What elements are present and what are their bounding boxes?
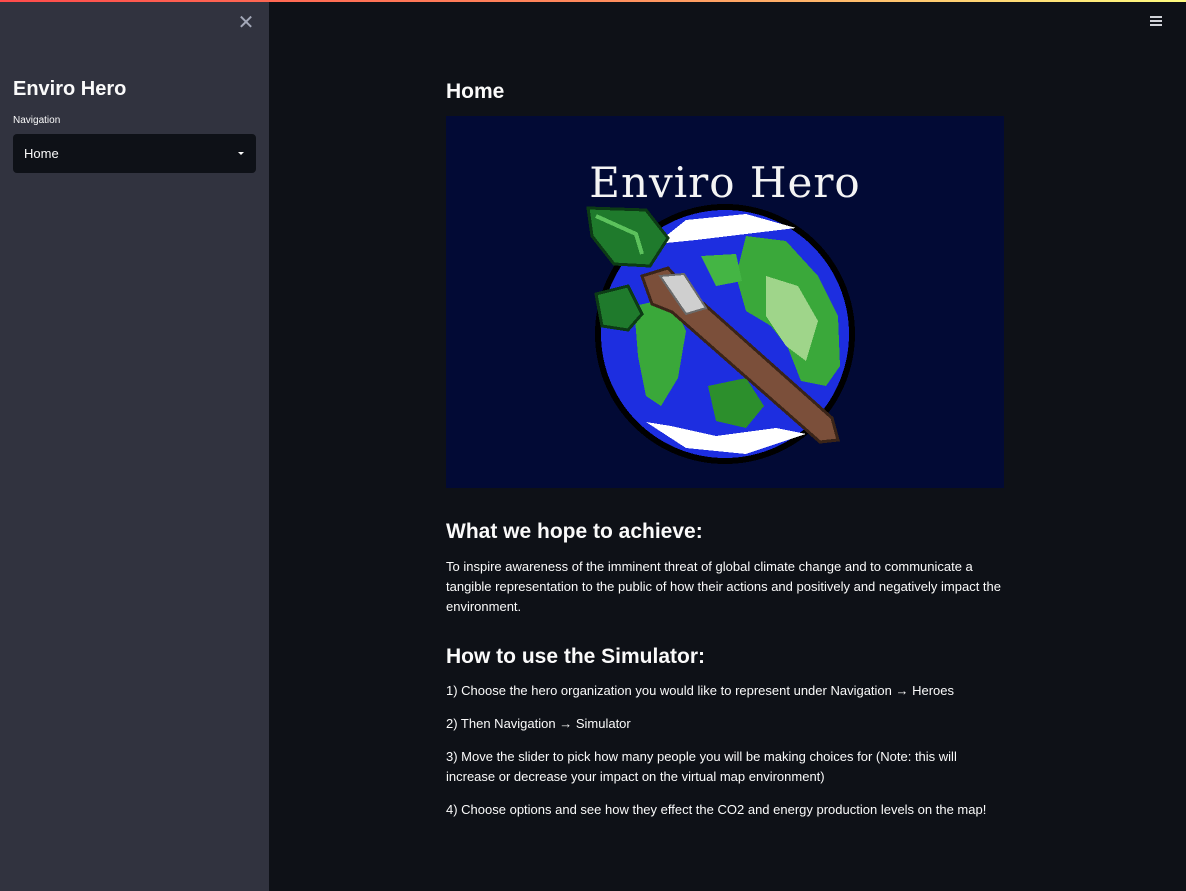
section-heading-how-to: How to use the Simulator: xyxy=(446,645,706,668)
page-title: Home xyxy=(446,80,505,103)
sidebar: ✕ Enviro Hero Navigation Home xyxy=(0,0,269,891)
hamburger-line xyxy=(1150,20,1162,22)
navigation-select[interactable]: Home xyxy=(13,134,256,173)
step-2: 2) Then Navigation → Simulator xyxy=(446,716,631,731)
goals-text: To inspire awareness of the imminent thr… xyxy=(446,559,1002,614)
globe-wrench-illustration xyxy=(586,204,855,464)
chevron-down-icon xyxy=(238,152,244,155)
top-decoration-bar xyxy=(0,0,1186,2)
navigation-selected-value: Home xyxy=(24,146,59,161)
section-heading-goals: What we hope to achieve: xyxy=(446,520,703,543)
close-sidebar-button[interactable]: ✕ xyxy=(236,13,256,33)
step-1: 1) Choose the hero organization you woul… xyxy=(446,683,955,698)
hamburger-line xyxy=(1150,24,1162,26)
enviro-hero-banner-image: Enviro Hero xyxy=(446,116,1004,488)
step-3: 3) Move the slider to pick how many peop… xyxy=(446,749,957,784)
step-4: 4) Choose options and see how they effec… xyxy=(446,802,987,817)
close-icon: ✕ xyxy=(237,12,255,34)
sidebar-title: Enviro Hero xyxy=(13,78,127,100)
navigation-label: Navigation xyxy=(13,115,61,126)
hamburger-menu-button[interactable] xyxy=(1146,14,1166,32)
hamburger-menu-icon xyxy=(1150,16,1162,18)
